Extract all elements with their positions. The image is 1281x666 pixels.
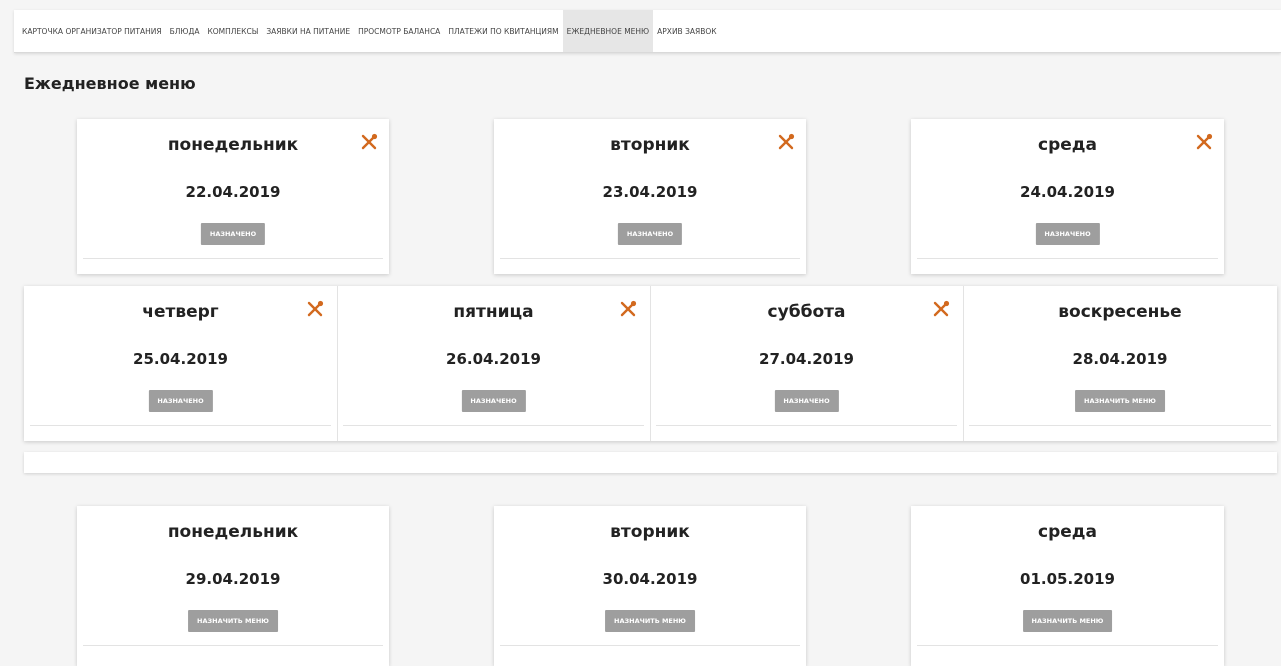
day-date: 26.04.2019 <box>446 350 541 368</box>
day-name: четверг <box>142 302 219 322</box>
day-cards-row: четверг 25.04.2019 НАЗНАЧЕНО пятница 26.… <box>24 286 1277 441</box>
day-name: понедельник <box>167 135 299 155</box>
tab-dishes[interactable]: БЛЮДА <box>166 10 204 52</box>
assigned-button[interactable]: НАЗНАЧЕНО <box>617 223 683 245</box>
day-date: 24.04.2019 <box>1020 183 1115 201</box>
divider <box>917 258 1218 259</box>
tab-receipt-payments[interactable]: ПЛАТЕЖИ ПО КВИТАНЦИЯМ <box>444 10 562 52</box>
day-date: 29.04.2019 <box>185 570 281 588</box>
day-card: четверг 25.04.2019 НАЗНАЧЕНО <box>24 286 337 441</box>
day-name: воскресенье <box>1058 302 1182 322</box>
day-card: вторник 30.04.2019 НАЗНАЧИТЬ МЕНЮ <box>494 506 806 666</box>
day-date: 25.04.2019 <box>133 350 228 368</box>
fork-spoon-icon <box>619 300 637 318</box>
day-name: вторник <box>610 135 690 155</box>
day-card: среда 01.05.2019 НАЗНАЧИТЬ МЕНЮ <box>911 506 1224 666</box>
tab-requests-archive[interactable]: АРХИВ ЗАЯВОК <box>653 10 720 52</box>
tab-daily-menu[interactable]: ЕЖЕДНЕВНОЕ МЕНЮ <box>562 10 654 52</box>
week-separator-strip <box>24 452 1277 473</box>
page-title: Ежедневное меню <box>24 74 196 93</box>
day-date: 28.04.2019 <box>1072 350 1168 368</box>
assigned-button[interactable]: НАЗНАЧЕНО <box>148 390 213 412</box>
day-card: пятница 26.04.2019 НАЗНАЧЕНО <box>337 286 650 441</box>
assigned-button[interactable]: НАЗНАЧЕНО <box>461 390 526 412</box>
assigned-button[interactable]: НАЗНАЧЕНО <box>200 223 266 245</box>
day-name: пятница <box>453 302 534 322</box>
top-nav: КАРТОЧКА ОРГАНИЗАТОР ПИТАНИЯ БЛЮДА КОМПЛ… <box>14 10 1281 53</box>
assign-menu-button[interactable]: НАЗНАЧИТЬ МЕНЮ <box>1075 390 1165 412</box>
divider <box>656 425 957 426</box>
fork-spoon-icon <box>360 133 378 151</box>
assign-menu-button[interactable]: НАЗНАЧИТЬ МЕНЮ <box>188 610 278 632</box>
day-date: 30.04.2019 <box>602 570 698 588</box>
day-name: среда <box>1038 522 1097 542</box>
day-name: суббота <box>767 302 846 322</box>
tab-balance[interactable]: ПРОСМОТР БАЛАНСА <box>354 10 444 52</box>
day-card: понедельник 22.04.2019 НАЗНАЧЕНО <box>77 119 389 274</box>
divider <box>917 645 1218 646</box>
day-date: 01.05.2019 <box>1020 570 1115 588</box>
tab-organizer-card[interactable]: КАРТОЧКА ОРГАНИЗАТОР ПИТАНИЯ <box>18 10 166 52</box>
fork-spoon-icon <box>932 300 950 318</box>
divider <box>83 645 383 646</box>
tab-meal-requests[interactable]: ЗАЯВКИ НА ПИТАНИЕ <box>262 10 354 52</box>
assign-menu-button[interactable]: НАЗНАЧИТЬ МЕНЮ <box>605 610 695 632</box>
day-name: вторник <box>610 522 690 542</box>
day-card: суббота 27.04.2019 НАЗНАЧЕНО <box>650 286 963 441</box>
divider <box>500 258 800 259</box>
divider <box>969 425 1271 426</box>
fork-spoon-icon <box>306 300 324 318</box>
assign-menu-button[interactable]: НАЗНАЧИТЬ МЕНЮ <box>1022 610 1113 632</box>
fork-spoon-icon <box>1195 133 1213 151</box>
assigned-button[interactable]: НАЗНАЧЕНО <box>774 390 839 412</box>
divider <box>500 645 800 646</box>
day-date: 27.04.2019 <box>759 350 854 368</box>
day-name: среда <box>1038 135 1097 155</box>
day-card: среда 24.04.2019 НАЗНАЧЕНО <box>911 119 1224 274</box>
assigned-button[interactable]: НАЗНАЧЕНО <box>1035 223 1100 245</box>
day-date: 22.04.2019 <box>185 183 281 201</box>
divider <box>83 258 383 259</box>
divider <box>30 425 331 426</box>
day-card: понедельник 29.04.2019 НАЗНАЧИТЬ МЕНЮ <box>77 506 389 666</box>
fork-spoon-icon <box>777 133 795 151</box>
day-card: воскресенье 28.04.2019 НАЗНАЧИТЬ МЕНЮ <box>963 286 1277 441</box>
tab-complexes[interactable]: КОМПЛЕКСЫ <box>203 10 262 52</box>
day-name: понедельник <box>167 522 299 542</box>
divider <box>343 425 644 426</box>
day-date: 23.04.2019 <box>602 183 698 201</box>
day-card: вторник 23.04.2019 НАЗНАЧЕНО <box>494 119 806 274</box>
